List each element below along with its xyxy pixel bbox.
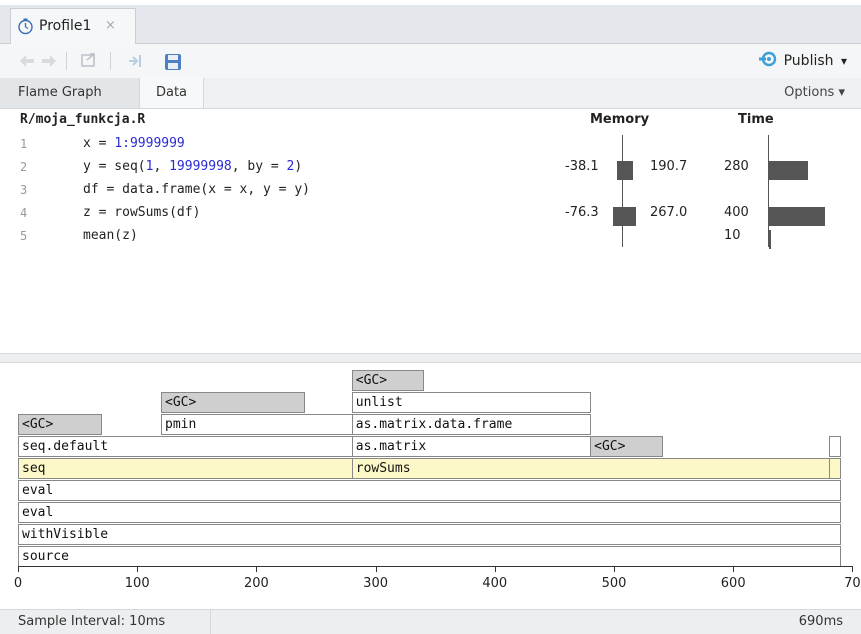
- flame-frame[interactable]: source: [18, 546, 842, 567]
- time-bar: [769, 161, 809, 180]
- flame-frame[interactable]: <GC>: [590, 436, 663, 457]
- flame-frame[interactable]: unlist: [351, 392, 592, 413]
- flame-frame[interactable]: seq.default: [18, 436, 353, 457]
- pane-splitter[interactable]: [0, 353, 861, 363]
- close-tab-icon[interactable]: ×: [105, 18, 116, 33]
- chevron-down-icon: ▾: [840, 54, 847, 68]
- line-number: 1: [20, 137, 28, 151]
- memory-column-header: Memory: [590, 112, 650, 127]
- flame-tick: [733, 566, 735, 572]
- flame-frame[interactable]: eval: [18, 480, 842, 501]
- code-text: x = 1:9999999: [83, 136, 185, 151]
- save-icon[interactable]: [164, 53, 182, 75]
- time-value: 10: [724, 228, 741, 243]
- memory-alloc-value: 267.0: [650, 205, 688, 220]
- line-number: 5: [20, 229, 28, 243]
- memory-alloc-value: 190.7: [650, 159, 688, 174]
- tab-flame-graph[interactable]: Flame Graph: [0, 78, 140, 108]
- flame-frame[interactable]: as.matrix: [351, 436, 592, 457]
- flame-frame[interactable]: eval: [18, 502, 842, 523]
- code-text: mean(z): [83, 228, 138, 243]
- publish-label: Publish: [783, 53, 834, 69]
- time-bar: [769, 230, 771, 249]
- flame-tick: [18, 566, 19, 572]
- status-bar: Sample Interval: 10ms 690ms: [0, 609, 861, 634]
- flame-tick-label: 300: [363, 576, 389, 591]
- publish-button[interactable]: Publish ▾: [758, 51, 847, 71]
- flame-frame[interactable]: pmin: [161, 414, 353, 435]
- flame-frame[interactable]: seq: [18, 458, 353, 479]
- code-text: z = rowSums(df): [83, 205, 201, 220]
- show-in-window-icon[interactable]: [80, 53, 98, 73]
- toolbar-separator: [110, 52, 111, 70]
- memory-alloc-bar: [623, 161, 633, 180]
- flame-tick-label: 0: [13, 576, 23, 591]
- tab-data[interactable]: Data: [140, 78, 204, 108]
- code-text: df = data.frame(x = x, y = y): [83, 182, 310, 197]
- memory-dealloc-value: -38.1: [565, 159, 599, 174]
- time-axis: [768, 135, 769, 247]
- flame-tick-label: 400: [482, 576, 508, 591]
- tab-profile1[interactable]: Profile1 ×: [10, 8, 136, 44]
- flame-frame[interactable]: <GC>: [18, 414, 103, 435]
- stopwatch-icon: [17, 18, 34, 39]
- tab-bar-top: [0, 0, 861, 5]
- flame-frame[interactable]: as.matrix.data.frame: [351, 414, 592, 435]
- line-number: 4: [20, 206, 28, 220]
- flame-x-axis: [18, 566, 853, 567]
- time-value: 400: [724, 205, 749, 220]
- flame-tick: [852, 566, 854, 572]
- flame-tick-label: 600: [720, 576, 746, 591]
- flame-frame[interactable]: rowSums: [351, 458, 830, 479]
- memory-dealloc-bar: [612, 207, 622, 226]
- flame-tick: [614, 566, 615, 572]
- flame-frame-unlabeled[interactable]: [828, 436, 842, 457]
- forward-arrow-icon[interactable]: [40, 53, 58, 73]
- flame-tick-label: 500: [601, 576, 627, 591]
- view-tabs-bar: Flame Graph Data Options ▾: [0, 78, 861, 109]
- source-filename: R/moja_funkcja.R: [20, 112, 146, 127]
- toolbar: Publish ▾: [0, 44, 861, 79]
- line-number: 3: [20, 183, 28, 197]
- export-icon[interactable]: [126, 53, 144, 73]
- flame-tick-label: 200: [243, 576, 269, 591]
- memory-axis: [622, 135, 623, 247]
- toolbar-separator: [66, 52, 67, 70]
- memory-alloc-bar: [623, 207, 637, 226]
- back-arrow-icon[interactable]: [18, 53, 36, 73]
- flame-frame[interactable]: <GC>: [351, 370, 425, 391]
- publish-icon: [758, 51, 779, 71]
- flame-frame-unlabeled[interactable]: [828, 458, 842, 479]
- tab-title: Profile1: [39, 18, 92, 34]
- total-time: 690ms: [798, 614, 843, 629]
- flame-frame[interactable]: <GC>: [161, 392, 306, 413]
- flame-tick-label: 70: [844, 576, 861, 591]
- status-separator: [210, 610, 211, 634]
- sample-interval: Sample Interval: 10ms: [18, 614, 166, 629]
- flame-tick: [137, 566, 139, 572]
- flame-frame[interactable]: withVisible: [18, 524, 842, 545]
- memory-dealloc-value: -76.3: [565, 205, 599, 220]
- time-column-header: Time: [738, 112, 774, 127]
- flame-tick: [494, 566, 496, 572]
- flame-tick-label: 100: [124, 576, 150, 591]
- code-text: y = seq(1, 19999998, by = 2): [83, 159, 303, 174]
- options-menu[interactable]: Options ▾: [784, 78, 845, 108]
- flame-tick: [375, 566, 377, 572]
- line-number: 2: [20, 160, 28, 174]
- time-value: 280: [724, 159, 749, 174]
- time-bar: [769, 207, 825, 226]
- flame-tick: [256, 566, 258, 572]
